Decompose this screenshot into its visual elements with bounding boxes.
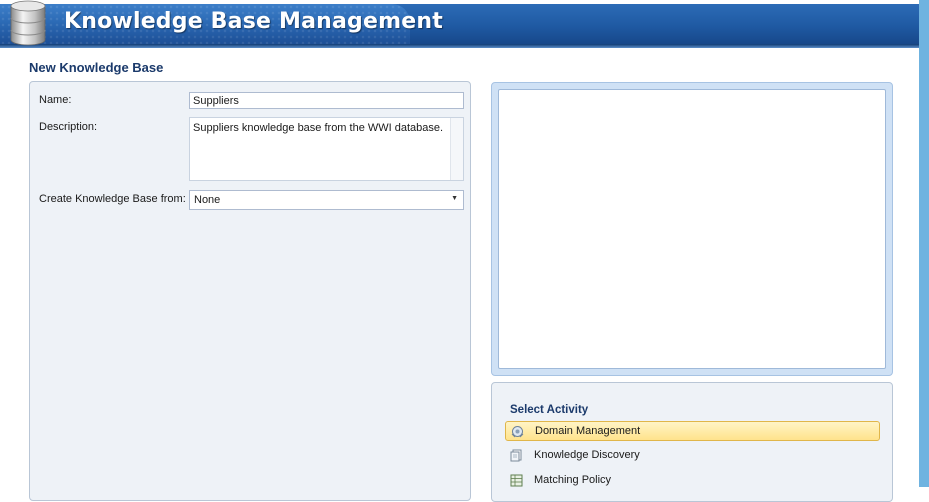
activity-item-matching-policy[interactable]: Matching Policy [505,471,880,491]
create-from-value: None [194,194,221,206]
name-input[interactable] [189,92,464,109]
app-window: Knowledge Base Management New Knowledge … [0,0,929,502]
description-label: Description: [39,121,98,133]
activity-item-domain-management[interactable]: Domain Management [505,421,880,441]
name-label: Name: [39,94,72,106]
activity-label: Knowledge Discovery [534,449,640,461]
description-input[interactable]: Suppliers knowledge base from the WWI da… [189,117,464,181]
chevron-down-icon[interactable]: ▼ [451,195,458,202]
knowledge-discovery-icon [510,449,522,462]
preview-panel [491,82,893,376]
page-title: New Knowledge Base [29,60,164,75]
create-from-label: Create Knowledge Base from: [39,193,186,205]
window-edge [919,0,929,487]
header-banner: Knowledge Base Management [0,0,919,48]
select-activity-panel: Select Activity Domain Management Knowle… [491,382,893,502]
matching-policy-icon [510,474,523,487]
database-icon [10,0,46,46]
preview-area [498,89,886,369]
create-from-select[interactable]: None ▼ [189,190,464,210]
kb-properties-panel: Name: Description: Suppliers knowledge b… [29,81,471,501]
header-bottom-line [0,44,919,48]
activity-item-knowledge-discovery[interactable]: Knowledge Discovery [505,446,880,466]
activity-title: Select Activity [510,404,589,416]
description-scrollbar[interactable] [450,118,463,180]
activity-label: Matching Policy [534,474,612,486]
domain-management-icon [511,426,524,438]
app-title: Knowledge Base Management [64,9,443,34]
activity-label: Domain Management [535,425,641,437]
